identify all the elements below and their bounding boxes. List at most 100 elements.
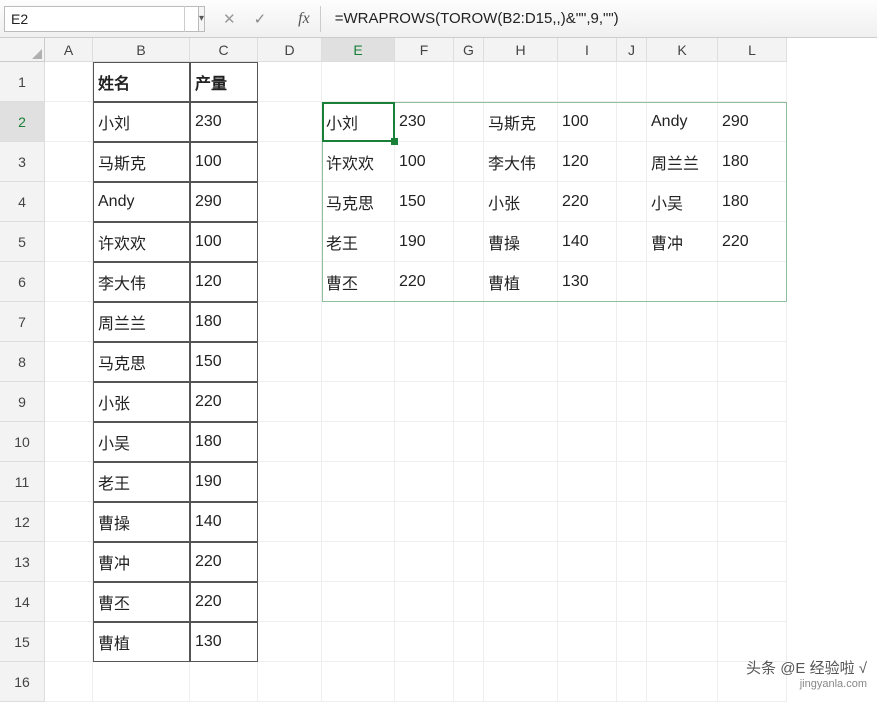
cell[interactable] bbox=[617, 462, 647, 502]
cell[interactable] bbox=[45, 382, 93, 422]
formula-bar[interactable] bbox=[331, 6, 873, 32]
cell[interactable] bbox=[718, 342, 787, 382]
cell[interactable] bbox=[258, 302, 322, 342]
cell[interactable]: 曹植 bbox=[93, 622, 190, 662]
column-header[interactable]: A bbox=[45, 38, 93, 62]
cell[interactable] bbox=[484, 302, 558, 342]
row-header[interactable]: 14 bbox=[0, 582, 45, 622]
cell[interactable] bbox=[395, 342, 454, 382]
cell[interactable] bbox=[454, 102, 484, 142]
cell[interactable] bbox=[647, 342, 718, 382]
cell[interactable] bbox=[395, 622, 454, 662]
cell[interactable]: 曹丕 bbox=[93, 582, 190, 622]
cell[interactable] bbox=[45, 622, 93, 662]
cell[interactable] bbox=[617, 582, 647, 622]
cell[interactable] bbox=[395, 582, 454, 622]
cell[interactable] bbox=[322, 422, 395, 462]
cell[interactable] bbox=[322, 342, 395, 382]
cell[interactable]: 220 bbox=[718, 222, 787, 262]
cell[interactable] bbox=[322, 582, 395, 622]
cell[interactable]: 周兰兰 bbox=[647, 142, 718, 182]
cell[interactable] bbox=[647, 582, 718, 622]
cell[interactable] bbox=[617, 102, 647, 142]
cell[interactable] bbox=[258, 182, 322, 222]
cell[interactable]: 150 bbox=[190, 342, 258, 382]
cell[interactable]: 290 bbox=[190, 182, 258, 222]
cell[interactable] bbox=[454, 62, 484, 102]
cell[interactable]: 140 bbox=[190, 502, 258, 542]
cell[interactable] bbox=[454, 422, 484, 462]
cell[interactable] bbox=[558, 342, 617, 382]
cell[interactable] bbox=[45, 542, 93, 582]
cell[interactable] bbox=[617, 622, 647, 662]
cell[interactable]: 老王 bbox=[322, 222, 395, 262]
cell[interactable] bbox=[718, 542, 787, 582]
row-header[interactable]: 9 bbox=[0, 382, 45, 422]
cell[interactable] bbox=[45, 302, 93, 342]
cell[interactable] bbox=[395, 662, 454, 702]
column-header[interactable]: I bbox=[558, 38, 617, 62]
cell[interactable]: 产量 bbox=[190, 62, 258, 102]
cell[interactable]: 220 bbox=[190, 542, 258, 582]
name-box[interactable] bbox=[4, 6, 199, 32]
cell[interactable] bbox=[258, 342, 322, 382]
column-header[interactable]: F bbox=[395, 38, 454, 62]
cell[interactable]: 220 bbox=[190, 582, 258, 622]
column-header[interactable]: H bbox=[484, 38, 558, 62]
column-header[interactable]: C bbox=[190, 38, 258, 62]
cell[interactable] bbox=[484, 662, 558, 702]
cell[interactable]: 120 bbox=[558, 142, 617, 182]
cell[interactable] bbox=[93, 662, 190, 702]
cell[interactable]: 曹冲 bbox=[647, 222, 718, 262]
column-header[interactable]: D bbox=[258, 38, 322, 62]
cell[interactable] bbox=[558, 302, 617, 342]
cell[interactable] bbox=[258, 62, 322, 102]
row-header[interactable]: 2 bbox=[0, 102, 45, 142]
cell[interactable] bbox=[322, 622, 395, 662]
cell[interactable]: 小刘 bbox=[322, 102, 395, 142]
cell[interactable] bbox=[617, 222, 647, 262]
cell[interactable]: 曹丕 bbox=[322, 262, 395, 302]
cell[interactable] bbox=[647, 622, 718, 662]
cell[interactable] bbox=[322, 462, 395, 502]
cell[interactable] bbox=[322, 662, 395, 702]
cell[interactable] bbox=[647, 302, 718, 342]
cell[interactable]: 李大伟 bbox=[484, 142, 558, 182]
cell[interactable] bbox=[558, 622, 617, 662]
cell[interactable]: 190 bbox=[395, 222, 454, 262]
cell[interactable] bbox=[258, 462, 322, 502]
fill-handle[interactable] bbox=[391, 138, 398, 145]
cell[interactable]: 曹冲 bbox=[93, 542, 190, 582]
cell[interactable] bbox=[617, 342, 647, 382]
cell[interactable] bbox=[647, 422, 718, 462]
cell[interactable] bbox=[484, 542, 558, 582]
cell[interactable] bbox=[45, 422, 93, 462]
cell[interactable] bbox=[45, 462, 93, 502]
row-header[interactable]: 12 bbox=[0, 502, 45, 542]
cell[interactable] bbox=[617, 382, 647, 422]
cell[interactable] bbox=[484, 342, 558, 382]
cell[interactable] bbox=[322, 302, 395, 342]
cell[interactable]: 180 bbox=[190, 302, 258, 342]
cell[interactable] bbox=[454, 542, 484, 582]
column-header[interactable]: G bbox=[454, 38, 484, 62]
cell[interactable] bbox=[454, 662, 484, 702]
cell[interactable]: 100 bbox=[190, 142, 258, 182]
cell[interactable] bbox=[558, 542, 617, 582]
cell[interactable]: 120 bbox=[190, 262, 258, 302]
fx-icon[interactable]: fx bbox=[298, 10, 310, 28]
cell[interactable] bbox=[454, 622, 484, 662]
cell[interactable] bbox=[647, 462, 718, 502]
cell[interactable]: 小刘 bbox=[93, 102, 190, 142]
row-header[interactable]: 11 bbox=[0, 462, 45, 502]
select-all-corner[interactable] bbox=[0, 38, 45, 62]
cell[interactable]: 220 bbox=[190, 382, 258, 422]
cell[interactable] bbox=[454, 582, 484, 622]
cell[interactable] bbox=[45, 222, 93, 262]
cell[interactable]: 小吴 bbox=[93, 422, 190, 462]
cell[interactable] bbox=[484, 582, 558, 622]
cell[interactable]: 马克思 bbox=[322, 182, 395, 222]
spreadsheet-grid[interactable]: ABCDEFGHIJKL1姓名产量2小刘230小刘230马斯克100Andy29… bbox=[0, 38, 877, 702]
row-header[interactable]: 1 bbox=[0, 62, 45, 102]
cell[interactable] bbox=[484, 622, 558, 662]
